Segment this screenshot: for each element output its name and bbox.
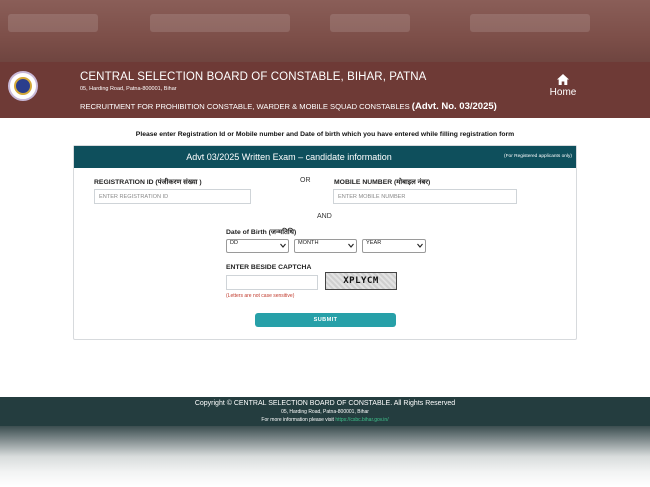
- registration-label: REGISTRATION ID (पंजीकरण संख्या ): [94, 179, 202, 186]
- footer-website-link[interactable]: https://csbc.bihar.gov.in/: [335, 417, 388, 423]
- home-icon: [557, 74, 569, 85]
- dob-label: Date of Birth (जन्मतिथि): [226, 229, 297, 236]
- blurred-bottom-band: [0, 426, 650, 487]
- dob-day-select[interactable]: DD: [226, 239, 289, 253]
- dob-year-value: YEAR: [366, 240, 382, 246]
- footer-info-text: For more information please visit: [261, 417, 334, 423]
- chevron-down-icon: [417, 243, 423, 248]
- captcha-image: XPLYCM: [325, 272, 397, 290]
- candidate-info-card: Advt 03/2025 Written Exam – candidate in…: [73, 145, 577, 340]
- dob-year-select[interactable]: YEAR: [362, 239, 426, 253]
- card-title: Advt 03/2025 Written Exam – candidate in…: [186, 152, 392, 162]
- card-header: Advt 03/2025 Written Exam – candidate in…: [74, 146, 576, 168]
- submit-button[interactable]: SUBMIT: [255, 313, 396, 327]
- dob-day-value: DD: [230, 240, 239, 246]
- recruitment-text: RECRUITMENT FOR PROHIBITION CONSTABLE, W…: [80, 102, 410, 111]
- dob-month-value: MONTH: [298, 240, 319, 246]
- dob-month-select[interactable]: MONTH: [294, 239, 357, 253]
- registration-input[interactable]: [94, 189, 251, 204]
- chevron-down-icon: [348, 243, 354, 248]
- org-title: CENTRAL SELECTION BOARD OF CONSTABLE, BI…: [80, 71, 427, 83]
- site-header: CENTRAL SELECTION BOARD OF CONSTABLE, BI…: [0, 62, 650, 118]
- chevron-down-icon: [280, 243, 286, 248]
- footer-copyright: Copyright © CENTRAL SELECTION BOARD OF C…: [194, 400, 456, 407]
- or-text: OR: [300, 177, 311, 184]
- site-footer: Copyright © CENTRAL SELECTION BOARD OF C…: [0, 397, 650, 426]
- advt-number: (Advt. No. 03/2025): [411, 101, 497, 112]
- blurred-top-band: [0, 0, 650, 62]
- footer-address: 05, Harding Road, Patna-800001, Bihar: [281, 409, 369, 415]
- mobile-input[interactable]: [333, 189, 517, 204]
- recruitment-line: RECRUITMENT FOR PROHIBITION CONSTABLE, W…: [80, 101, 497, 112]
- captcha-input[interactable]: [226, 275, 318, 290]
- home-link[interactable]: Home: [546, 74, 580, 98]
- mobile-label: MOBILE NUMBER (मोबाइल नंबर): [334, 179, 431, 186]
- home-label: Home: [549, 87, 577, 98]
- instruction-text: Please enter Registration Id or Mobile n…: [135, 131, 515, 138]
- and-text: AND: [317, 213, 332, 220]
- card-note: (For Registered applicants only): [504, 154, 572, 159]
- org-address: 05, Harding Road, Patna-800001, Bihar: [80, 86, 177, 92]
- emblem-icon: [8, 71, 38, 101]
- captcha-hint: (Letters are not case sensitive): [226, 293, 295, 299]
- captcha-label: ENTER BESIDE CAPTCHA: [226, 264, 312, 271]
- footer-info: For more information please visit https:…: [0, 417, 650, 423]
